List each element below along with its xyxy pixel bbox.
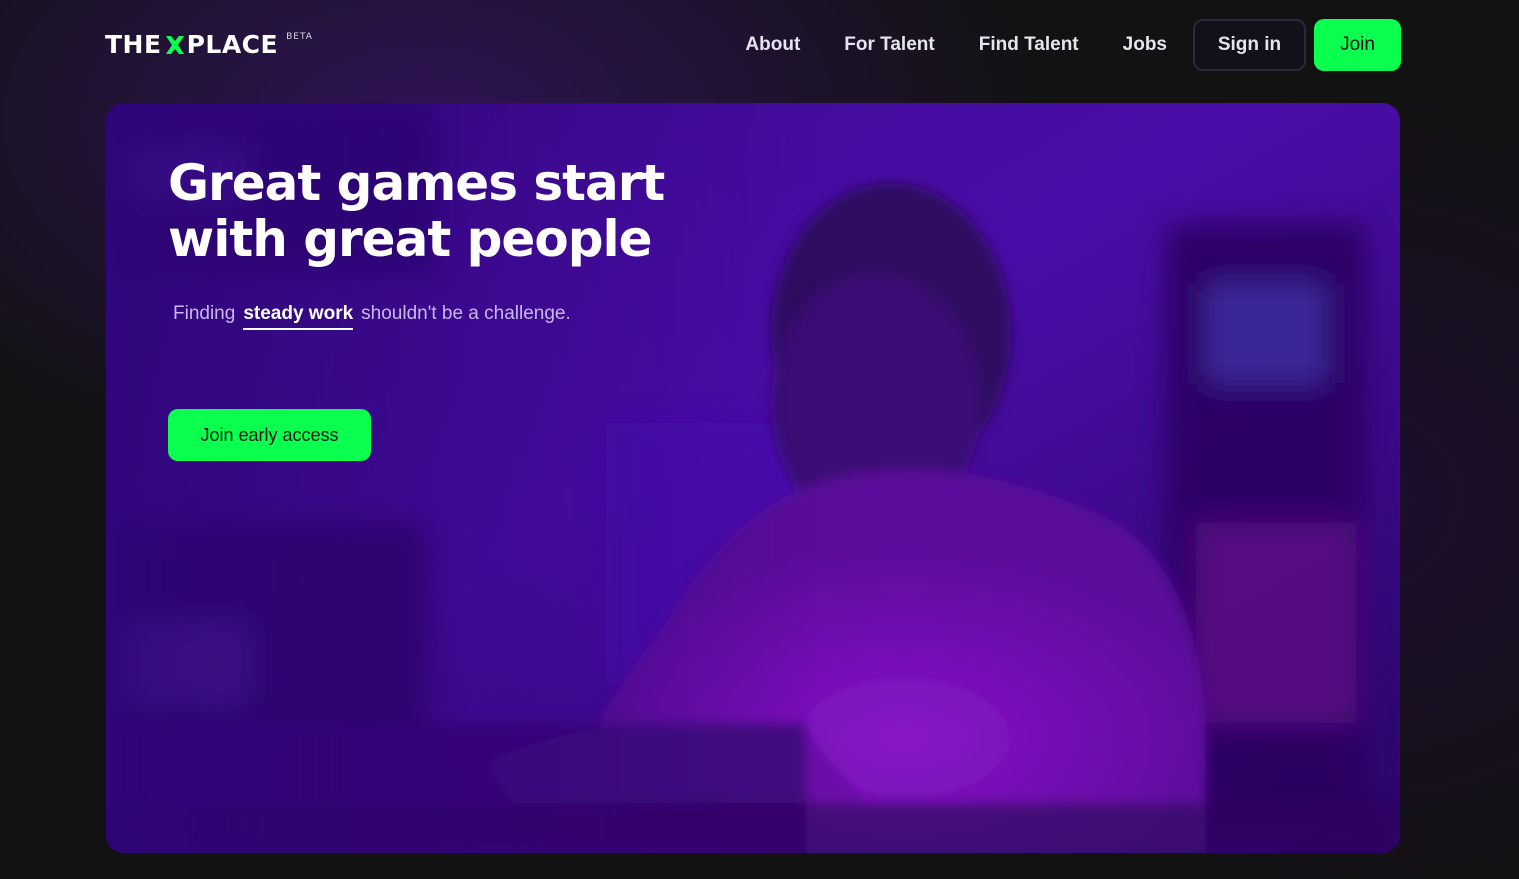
beta-badge: BETA — [286, 32, 313, 42]
hero-section: Great games start with great people Find… — [106, 103, 1400, 853]
hero-title-line1: Great games start — [168, 154, 665, 212]
nav-link-find-talent[interactable]: Find Talent — [979, 19, 1079, 71]
nav-link-about[interactable]: About — [745, 19, 800, 71]
nav-link-for-talent[interactable]: For Talent — [844, 19, 934, 71]
hero-subtitle: Finding steady work shouldn't be a chall… — [173, 303, 728, 330]
site-header: THE PLACE BETA About For Talent Find Tal… — [0, 0, 1519, 90]
hero-content: Great games start with great people Find… — [168, 155, 728, 461]
hero-title: Great games start with great people — [168, 155, 728, 267]
x-logo-icon — [165, 36, 184, 54]
nav-link-jobs[interactable]: Jobs — [1123, 19, 1167, 71]
hero-subtitle-emphasis: steady work — [243, 303, 354, 330]
main-nav: About For Talent Find Talent Jobs Sign i… — [745, 19, 1401, 71]
hero-subtitle-suffix: shouldn't be a challenge. — [361, 303, 571, 324]
join-button[interactable]: Join — [1314, 19, 1401, 71]
site-logo[interactable]: THE PLACE BETA — [105, 30, 313, 60]
logo-word-place: PLACE — [186, 30, 279, 59]
logo-word-the: THE — [105, 30, 162, 59]
hero-title-line2: with great people — [168, 210, 653, 268]
hero-subtitle-prefix: Finding — [173, 303, 236, 324]
sign-in-button[interactable]: Sign in — [1193, 19, 1306, 71]
join-early-access-button[interactable]: Join early access — [168, 409, 371, 461]
